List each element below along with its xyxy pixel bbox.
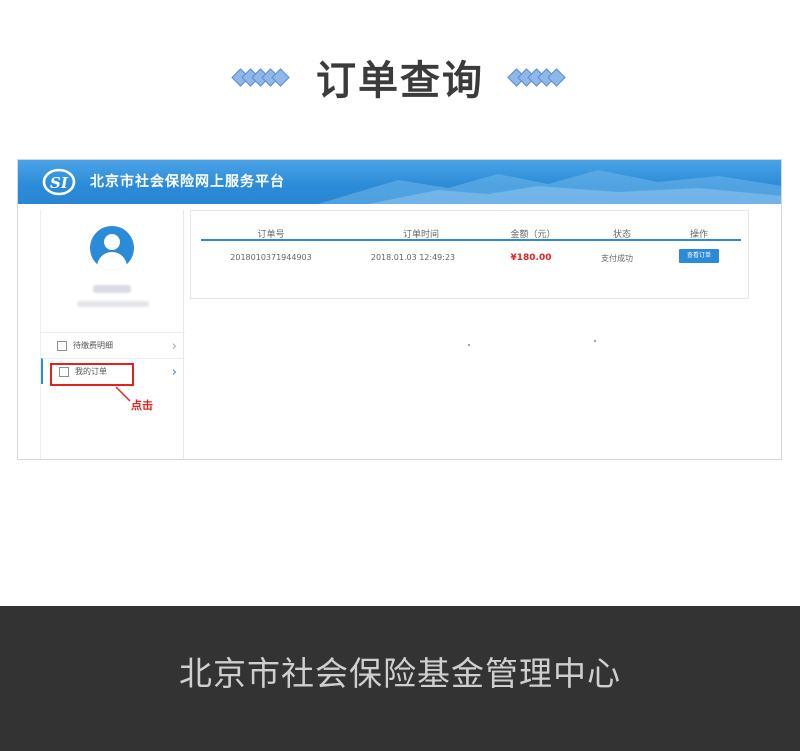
portal-title: 北京市社会保险网上服务平台	[90, 174, 285, 190]
page: 订单查询 SI 北京市社会保险网上服务平台 待缴费明细 › 我的订单 › 点击 …	[0, 0, 800, 751]
column-header: 订单时间	[402, 230, 439, 240]
right-diamond-ornament	[507, 67, 566, 87]
click-callout: 点击	[131, 399, 153, 412]
portal-screenshot: SI 北京市社会保险网上服务平台 待缴费明细 › 我的订单 › 点击 订单号 订…	[17, 159, 782, 460]
portal-header: SI 北京市社会保险网上服务平台	[18, 160, 781, 204]
chevron-right-icon: ›	[171, 365, 177, 380]
order-number: 2018010371944903	[230, 253, 312, 262]
column-header: 订单号	[257, 230, 285, 240]
section-title: 订单查询	[316, 58, 484, 104]
svg-text:SI: SI	[50, 174, 69, 192]
order-time: 2018.01.03 12:49:23	[370, 253, 456, 262]
highlight-box	[50, 363, 134, 386]
order-amount: ¥180.00	[510, 253, 552, 263]
order-status: 支付成功	[601, 254, 633, 263]
footer-organization: 北京市社会保险基金管理中心	[179, 653, 621, 693]
chevron-right-icon: ›	[171, 339, 177, 354]
sidebar-item-label: 待缴费明细	[73, 341, 113, 350]
blurred-username	[93, 285, 131, 293]
section-title-row: 订单查询	[0, 52, 800, 104]
column-header: 金额（元）	[510, 230, 556, 240]
blurred-user-id	[77, 301, 149, 307]
speck	[468, 344, 470, 346]
speck	[594, 340, 596, 342]
orders-table: 订单号 订单时间 金额（元） 状态 操作 2018010371944903 20…	[190, 210, 749, 299]
avatar	[90, 226, 134, 270]
column-header: 状态	[612, 230, 631, 240]
left-diamond-ornament	[231, 67, 290, 87]
table-header: 订单号 订单时间 金额（元） 状态 操作	[201, 225, 741, 241]
column-header: 操作	[689, 230, 708, 240]
user-sidebar: 待缴费明细 › 我的订单 ›	[40, 210, 185, 459]
si-logo-icon: SI	[42, 168, 76, 196]
sidebar-item-pending-payments[interactable]: 待缴费明细 ›	[41, 332, 185, 358]
view-order-button[interactable]: 查看订单	[679, 249, 719, 263]
footer: 北京市社会保险基金管理中心	[0, 606, 800, 751]
list-icon	[57, 340, 67, 351]
